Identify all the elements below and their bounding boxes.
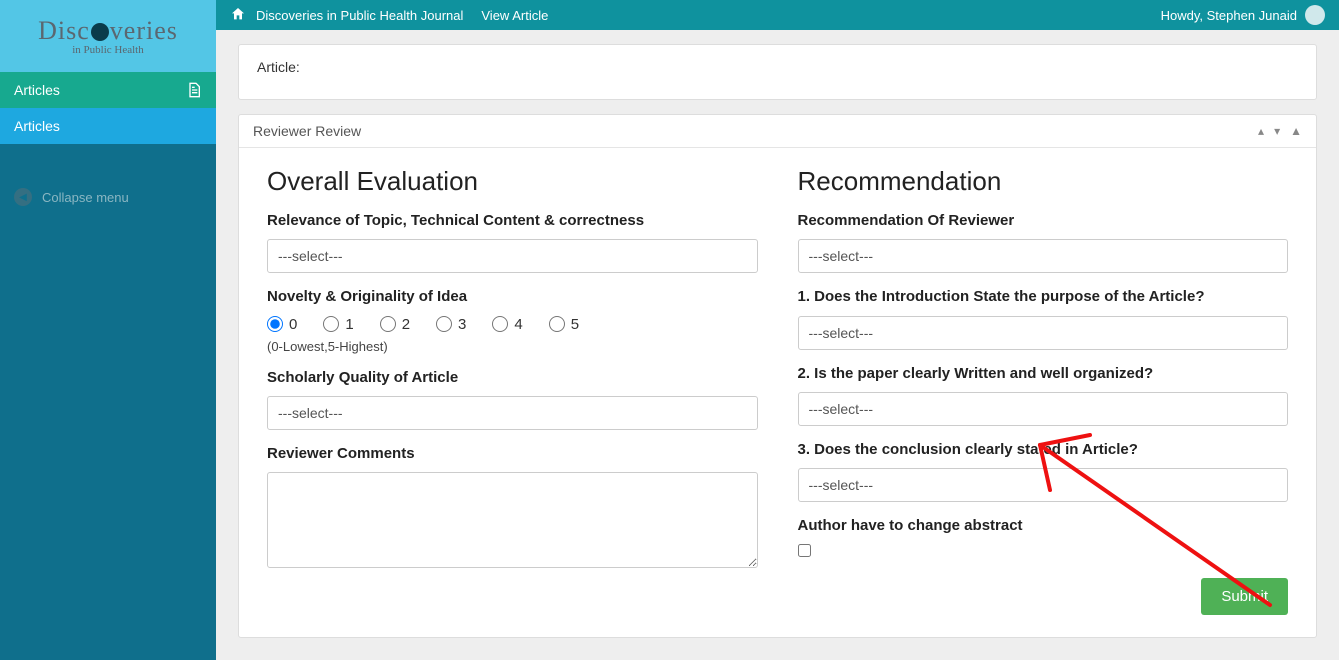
sidebar-subitem-articles[interactable]: Articles (0, 108, 216, 144)
panel-title: Reviewer Review (253, 123, 361, 139)
novelty-radio-1[interactable]: 1 (323, 316, 353, 333)
user-greeting[interactable]: Howdy, Stephen Junaid (1161, 8, 1297, 23)
q3-label: 3. Does the conclusion clearly stated in… (798, 440, 1289, 460)
recommendation-label: Recommendation Of Reviewer (798, 211, 1289, 231)
breadcrumb-site[interactable]: Discoveries in Public Health Journal (256, 8, 463, 23)
topbar: Discoveries in Public Health Journal Vie… (216, 0, 1339, 30)
novelty-radio-group: 0 1 2 3 4 5 (267, 316, 758, 333)
chevron-up-icon[interactable]: ▴ (1258, 124, 1264, 138)
reviewer-comments-textarea[interactable] (267, 472, 758, 568)
novelty-radio-4[interactable]: 4 (492, 316, 522, 333)
logo-title: Discveries (38, 16, 178, 46)
abstract-change-label: Author have to change abstract (798, 516, 1289, 536)
sidebar-item-label: Articles (14, 82, 60, 98)
logo: Discveries in Public Health (0, 0, 216, 72)
scholarly-label: Scholarly Quality of Article (267, 368, 758, 388)
overall-evaluation-column: Overall Evaluation Relevance of Topic, T… (267, 166, 758, 615)
home-icon[interactable] (230, 6, 246, 25)
chevron-left-icon: ◀ (14, 188, 32, 206)
novelty-radio-0[interactable]: 0 (267, 316, 297, 333)
collapse-menu-button[interactable]: ◀ Collapse menu (0, 174, 216, 220)
document-icon (186, 82, 202, 98)
content-area: Article: Reviewer Review ▴ ▾ ▲ Overall E… (216, 30, 1339, 660)
sidebar: Discveries in Public Health Articles Art… (0, 0, 216, 660)
sidebar-item-label: Articles (14, 118, 60, 134)
q1-select[interactable] (798, 316, 1289, 350)
sidebar-item-articles[interactable]: Articles (0, 72, 216, 108)
article-label: Article: (257, 59, 300, 75)
recommendation-select[interactable] (798, 239, 1289, 273)
reviewer-panel: Reviewer Review ▴ ▾ ▲ Overall Evaluation… (238, 114, 1317, 638)
panel-header: Reviewer Review ▴ ▾ ▲ (239, 115, 1316, 148)
q1-label: 1. Does the Introduction State the purpo… (798, 287, 1289, 307)
submit-button[interactable]: Submit (1201, 578, 1288, 615)
avatar[interactable] (1305, 5, 1325, 25)
comments-label: Reviewer Comments (267, 444, 758, 464)
relevance-label: Relevance of Topic, Technical Content & … (267, 211, 758, 231)
q2-select[interactable] (798, 392, 1289, 426)
q3-select[interactable] (798, 468, 1289, 502)
breadcrumb-view[interactable]: View Article (481, 8, 548, 23)
recommendation-column: Recommendation Recommendation Of Reviewe… (798, 166, 1289, 615)
scholarly-select[interactable] (267, 396, 758, 430)
q2-label: 2. Is the paper clearly Written and well… (798, 364, 1289, 384)
collapse-menu-label: Collapse menu (42, 190, 129, 205)
novelty-hint: (0-Lowest,5-Highest) (267, 339, 758, 354)
novelty-label: Novelty & Originality of Idea (267, 287, 758, 307)
chevron-down-icon[interactable]: ▾ (1274, 124, 1280, 138)
triangle-up-icon[interactable]: ▲ (1290, 124, 1302, 138)
overall-heading: Overall Evaluation (267, 166, 758, 197)
globe-icon (91, 23, 109, 41)
logo-subtitle: in Public Health (72, 44, 144, 56)
novelty-radio-2[interactable]: 2 (380, 316, 410, 333)
relevance-select[interactable] (267, 239, 758, 273)
novelty-radio-5[interactable]: 5 (549, 316, 579, 333)
recommendation-heading: Recommendation (798, 166, 1289, 197)
novelty-radio-3[interactable]: 3 (436, 316, 466, 333)
abstract-change-checkbox[interactable] (798, 544, 811, 557)
article-card: Article: (238, 44, 1317, 100)
